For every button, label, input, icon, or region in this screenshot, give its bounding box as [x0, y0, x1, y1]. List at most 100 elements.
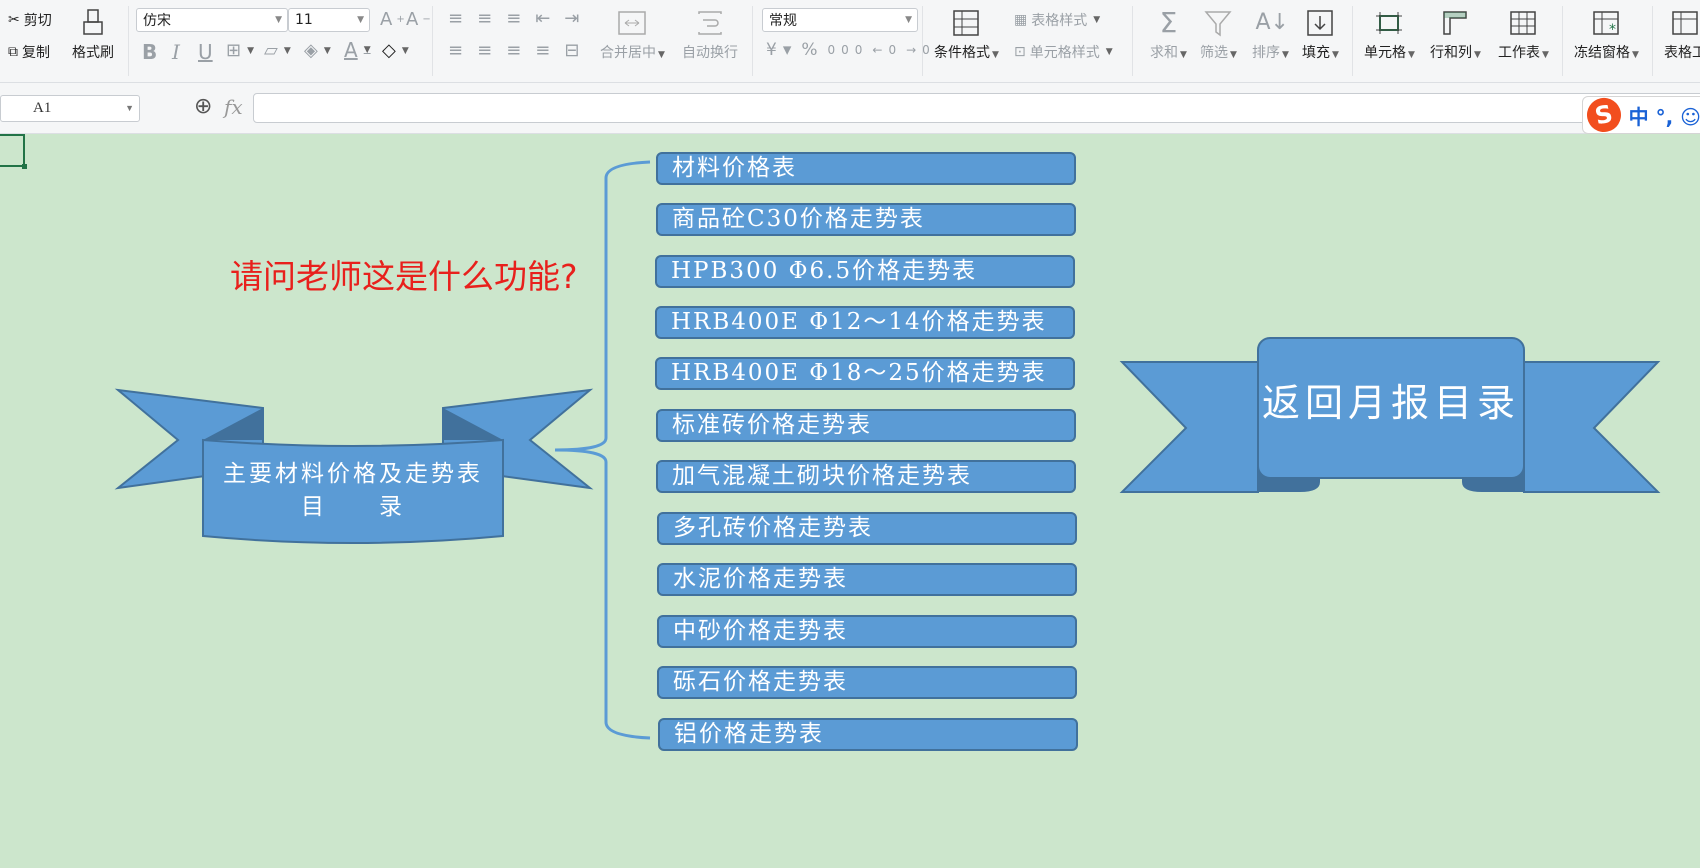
- wrap-icon: [698, 11, 722, 35]
- sort-button[interactable]: A↓ 排序 ▼: [1252, 8, 1289, 62]
- sort-icon: A↓: [1255, 10, 1289, 35]
- fill-color-button[interactable]: ◈ ▼: [304, 40, 331, 61]
- eraser-icon: ◇: [382, 40, 396, 61]
- paint-bucket-icon: ◈: [304, 40, 318, 61]
- auto-wrap-button[interactable]: 自动换行: [682, 8, 738, 62]
- table-style-icon: ▦: [1014, 12, 1028, 28]
- sum-button[interactable]: Σ 求和 ▼: [1150, 8, 1187, 62]
- bold-button[interactable]: B: [142, 40, 157, 64]
- menu-item-2[interactable]: 商品砼C30价格走势表: [656, 203, 1076, 236]
- filter-button[interactable]: 筛选 ▼: [1200, 8, 1237, 62]
- shape-icon: ▱: [264, 40, 278, 61]
- menu-item-8[interactable]: 多孔砖价格走势表: [657, 512, 1077, 545]
- font-name-select[interactable]: 仿宋 ▼: [136, 8, 288, 32]
- indent-decrease-icon: ⇤: [535, 8, 561, 29]
- copy-button[interactable]: ⧉ 复制: [8, 42, 50, 62]
- menu-item-9[interactable]: 水泥价格走势表: [657, 563, 1077, 596]
- horizontal-align-buttons[interactable]: ≡ ≡ ≡ ≡ ⊟: [448, 40, 589, 61]
- menu-item-3[interactable]: HPB300 Φ6.5价格走势表: [655, 255, 1075, 288]
- align-center-icon: ≡: [477, 40, 503, 61]
- divider: [1562, 6, 1563, 76]
- increase-font-button[interactable]: A +: [380, 9, 405, 30]
- fill-button[interactable]: 填充 ▼: [1302, 8, 1339, 62]
- menu-item-5[interactable]: HRB400E Φ18～25价格走势表: [655, 357, 1075, 390]
- percent-icon: %: [801, 40, 824, 60]
- menu-item-10[interactable]: 中砂价格走势表: [657, 615, 1077, 648]
- left-ribbon-label[interactable]: 主要材料价格及走势表 目 录: [203, 458, 503, 524]
- conditional-format-button[interactable]: 条件格式 ▼: [934, 8, 999, 62]
- number-format-select[interactable]: 常规 ▼: [762, 8, 918, 32]
- currency-icon: ¥▾: [766, 40, 798, 60]
- formula-bar: A1 ▼ ⊕ fx: [0, 83, 1700, 134]
- scissors-icon: ✂: [8, 12, 20, 28]
- font-color-icon: A: [344, 38, 358, 62]
- menu-item-12[interactable]: 铝价格走势表: [658, 718, 1078, 751]
- shape-style-button[interactable]: ▱ ▼: [264, 40, 291, 61]
- table-tools-icon: [1672, 11, 1698, 35]
- freeze-icon: *: [1593, 11, 1620, 38]
- font-color-button[interactable]: A ▼: [344, 38, 371, 62]
- divider: [128, 6, 129, 76]
- menu-item-6[interactable]: 标准砖价格走势表: [656, 409, 1076, 442]
- question-text: 请问老师这是什么功能?: [230, 257, 578, 296]
- align-bottom-icon: ≡: [506, 8, 532, 29]
- italic-button[interactable]: I: [172, 40, 180, 64]
- cell-style-icon: ⊡: [1014, 44, 1026, 60]
- chevron-down-icon: ▼: [905, 15, 912, 25]
- align-right-icon: ≡: [506, 40, 532, 61]
- number-format-buttons[interactable]: ¥▾% 000 ←0 →0: [766, 40, 936, 60]
- conditional-format-icon: [953, 10, 980, 36]
- fx-icon[interactable]: fx: [224, 95, 243, 119]
- cell-style-button[interactable]: ⊡ 单元格样式 ▼: [1014, 42, 1113, 62]
- vertical-align-buttons[interactable]: ≡ ≡ ≡ ⇤ ⇥: [448, 8, 589, 29]
- divider: [752, 6, 753, 76]
- format-painter-button[interactable]: 格式刷: [72, 8, 114, 62]
- divider: [922, 6, 923, 76]
- menu-item-11[interactable]: 砾石价格走势表: [657, 666, 1077, 699]
- chevron-down-icon: ▼: [357, 15, 364, 25]
- cell-icon: [1376, 12, 1403, 34]
- worksheet-button[interactable]: 工作表 ▼: [1498, 8, 1549, 62]
- clear-button[interactable]: ◇ ▼: [382, 40, 409, 61]
- indent-increase-icon: ⇥: [564, 8, 590, 29]
- worksheet-icon: [1510, 11, 1537, 35]
- menu-item-7[interactable]: 加气混凝土砌块价格走势表: [656, 460, 1076, 493]
- table-style-button[interactable]: ▦ 表格样式 ▼: [1014, 10, 1100, 30]
- formula-input[interactable]: [253, 93, 1700, 123]
- divider: [432, 6, 433, 76]
- border-icon: ⊞: [226, 40, 242, 61]
- cell-button[interactable]: 单元格 ▼: [1364, 8, 1415, 62]
- divider: [1132, 6, 1133, 76]
- sigma-icon: Σ: [1159, 6, 1178, 39]
- align-top-icon: ≡: [448, 8, 474, 29]
- divider: [1352, 6, 1353, 76]
- brush-icon: [83, 9, 103, 35]
- align-middle-icon: ≡: [477, 8, 503, 29]
- cut-button[interactable]: ✂ 剪切: [8, 10, 52, 30]
- table-tools-button[interactable]: 表格工: [1664, 8, 1700, 62]
- menu-item-1[interactable]: 材料价格表: [656, 152, 1076, 185]
- row-col-button[interactable]: 行和列 ▼: [1430, 8, 1481, 62]
- selected-cell[interactable]: [0, 134, 27, 169]
- font-size-select[interactable]: 11 ▼: [288, 8, 370, 32]
- decrease-font-button[interactable]: A −: [406, 9, 431, 30]
- fill-down-icon: [1307, 10, 1334, 36]
- freeze-panes-button[interactable]: * 冻结窗格 ▼: [1574, 8, 1639, 62]
- chevron-down-icon: ▼: [125, 103, 134, 113]
- merge-icon: [618, 11, 647, 35]
- svg-text:*: *: [1609, 22, 1616, 38]
- chevron-down-icon: ▼: [275, 15, 282, 25]
- border-button[interactable]: ⊞ ▼: [226, 40, 254, 61]
- underline-button[interactable]: U: [198, 40, 213, 64]
- menu-item-4[interactable]: HRB400E Φ12～14价格走势表: [655, 306, 1075, 339]
- sogou-logo-icon: S: [1583, 94, 1624, 136]
- thousands-icon: 000: [827, 43, 869, 57]
- justify-icon: ≡: [535, 40, 561, 61]
- ime-toolbar[interactable]: S 中 °, ☺: [1582, 94, 1700, 136]
- divider: [1652, 6, 1653, 76]
- zoom-icon[interactable]: ⊕: [194, 94, 212, 119]
- increase-decimal-icon: ←0: [872, 43, 903, 57]
- merge-center-button[interactable]: 合并居中 ▼: [600, 8, 665, 62]
- back-to-monthly-report-link[interactable]: 返回月报目录: [1258, 372, 1524, 427]
- name-box[interactable]: A1 ▼: [0, 95, 140, 122]
